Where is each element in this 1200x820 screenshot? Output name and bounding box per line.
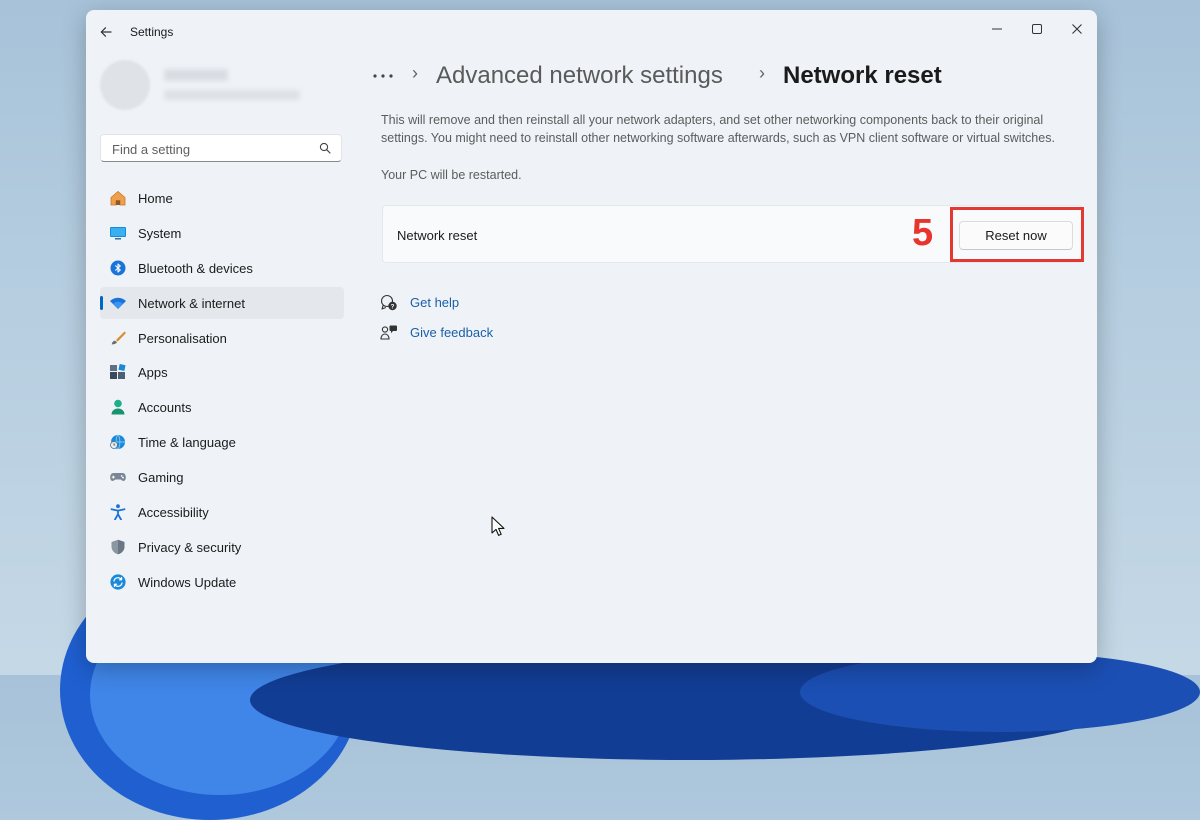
sidebar-item-windows-update[interactable]: Windows Update <box>100 566 344 598</box>
reset-now-button[interactable]: Reset now <box>959 221 1073 250</box>
update-icon <box>109 574 127 590</box>
brush-icon <box>109 330 127 346</box>
app-title: Settings <box>130 25 174 39</box>
sidebar-item-label: Home <box>138 191 173 206</box>
apps-icon <box>109 364 127 380</box>
wallpaper-swirl <box>800 652 1200 732</box>
back-arrow-icon <box>100 27 112 37</box>
sidebar-item-label: Accounts <box>138 400 192 416</box>
sidebar-item-label: Gaming <box>138 470 184 486</box>
sidebar-item-label: Time & language <box>138 435 236 451</box>
profile-email-redacted <box>164 90 300 100</box>
search-input[interactable] <box>110 139 314 159</box>
maximize-icon <box>1032 24 1042 34</box>
sidebar-item-accounts[interactable]: Accounts <box>100 391 344 423</box>
network-reset-label: Network reset <box>397 228 478 243</box>
chevron-right-icon: › <box>412 63 418 83</box>
gamepad-icon <box>109 469 127 485</box>
bluetooth-icon <box>109 260 127 276</box>
sidebar-nav: Home System Bluetooth & devices Network … <box>100 182 344 601</box>
sidebar-item-time-language[interactable]: Time & language <box>100 426 344 458</box>
shield-icon <box>109 539 127 555</box>
get-help-label: Get help <box>410 295 460 310</box>
search-icon[interactable] <box>319 142 331 154</box>
breadcrumb-advanced-network-settings[interactable]: Advanced network settings <box>436 62 723 90</box>
settings-window: Settings Home <box>86 10 1097 663</box>
sidebar-item-personalisation[interactable]: Personalisation <box>100 322 344 354</box>
restart-note: Your PC will be restarted. <box>381 168 522 182</box>
sidebar-item-system[interactable]: System <box>100 217 344 249</box>
title-bar: Settings <box>86 10 1097 54</box>
sidebar-item-label: Privacy & security <box>138 539 242 555</box>
sidebar-item-bluetooth[interactable]: Bluetooth & devices <box>100 252 344 284</box>
sidebar-item-label: Network & internet <box>138 295 245 311</box>
mouse-pointer-icon <box>491 516 505 536</box>
sidebar-item-label: System <box>138 225 182 241</box>
page-title: Network reset <box>783 62 942 89</box>
network-reset-description: This will remove and then reinstall all … <box>381 113 1055 145</box>
accounts-icon <box>109 399 127 415</box>
accessibility-icon <box>109 504 127 521</box>
minimize-button[interactable] <box>977 16 1017 42</box>
sidebar-item-network[interactable]: Network & internet <box>100 286 344 319</box>
close-icon <box>1072 24 1082 34</box>
chevron-right-icon: › <box>759 63 765 83</box>
breadcrumb-more-button[interactable] <box>372 66 394 86</box>
sidebar-item-apps[interactable]: Apps <box>100 356 344 388</box>
sidebar-item-label: Windows Update <box>138 574 237 590</box>
maximize-button[interactable] <box>1017 16 1057 42</box>
minimize-icon <box>992 28 1002 30</box>
sidebar-item-label: Accessibility <box>138 505 209 521</box>
give-feedback-label: Give feedback <box>410 325 494 340</box>
wifi-icon <box>109 295 127 311</box>
help-chat-icon: ? <box>380 294 397 310</box>
home-icon <box>109 190 127 206</box>
user-profile[interactable] <box>100 60 340 116</box>
sidebar-item-label: Apps <box>138 365 168 381</box>
sidebar-item-home[interactable]: Home <box>100 182 344 214</box>
more-horizontal-icon <box>373 74 393 78</box>
search-box <box>100 134 342 162</box>
sidebar-item-label: Personalisation <box>138 330 227 346</box>
sidebar-item-gaming[interactable]: Gaming <box>100 461 344 493</box>
back-button[interactable] <box>98 24 114 40</box>
svg-text:?: ? <box>391 303 395 310</box>
sidebar-item-accessibility[interactable]: Accessibility <box>100 496 344 528</box>
globe-clock-icon <box>109 434 127 450</box>
profile-name-redacted <box>164 69 228 81</box>
step-number-annotation: 5 <box>912 212 934 254</box>
sidebar-item-label: Bluetooth & devices <box>138 260 253 276</box>
system-icon <box>109 225 127 241</box>
close-button[interactable] <box>1057 16 1097 42</box>
avatar <box>100 60 150 110</box>
feedback-icon <box>380 325 397 340</box>
sidebar-item-privacy-security[interactable]: Privacy & security <box>100 531 344 563</box>
